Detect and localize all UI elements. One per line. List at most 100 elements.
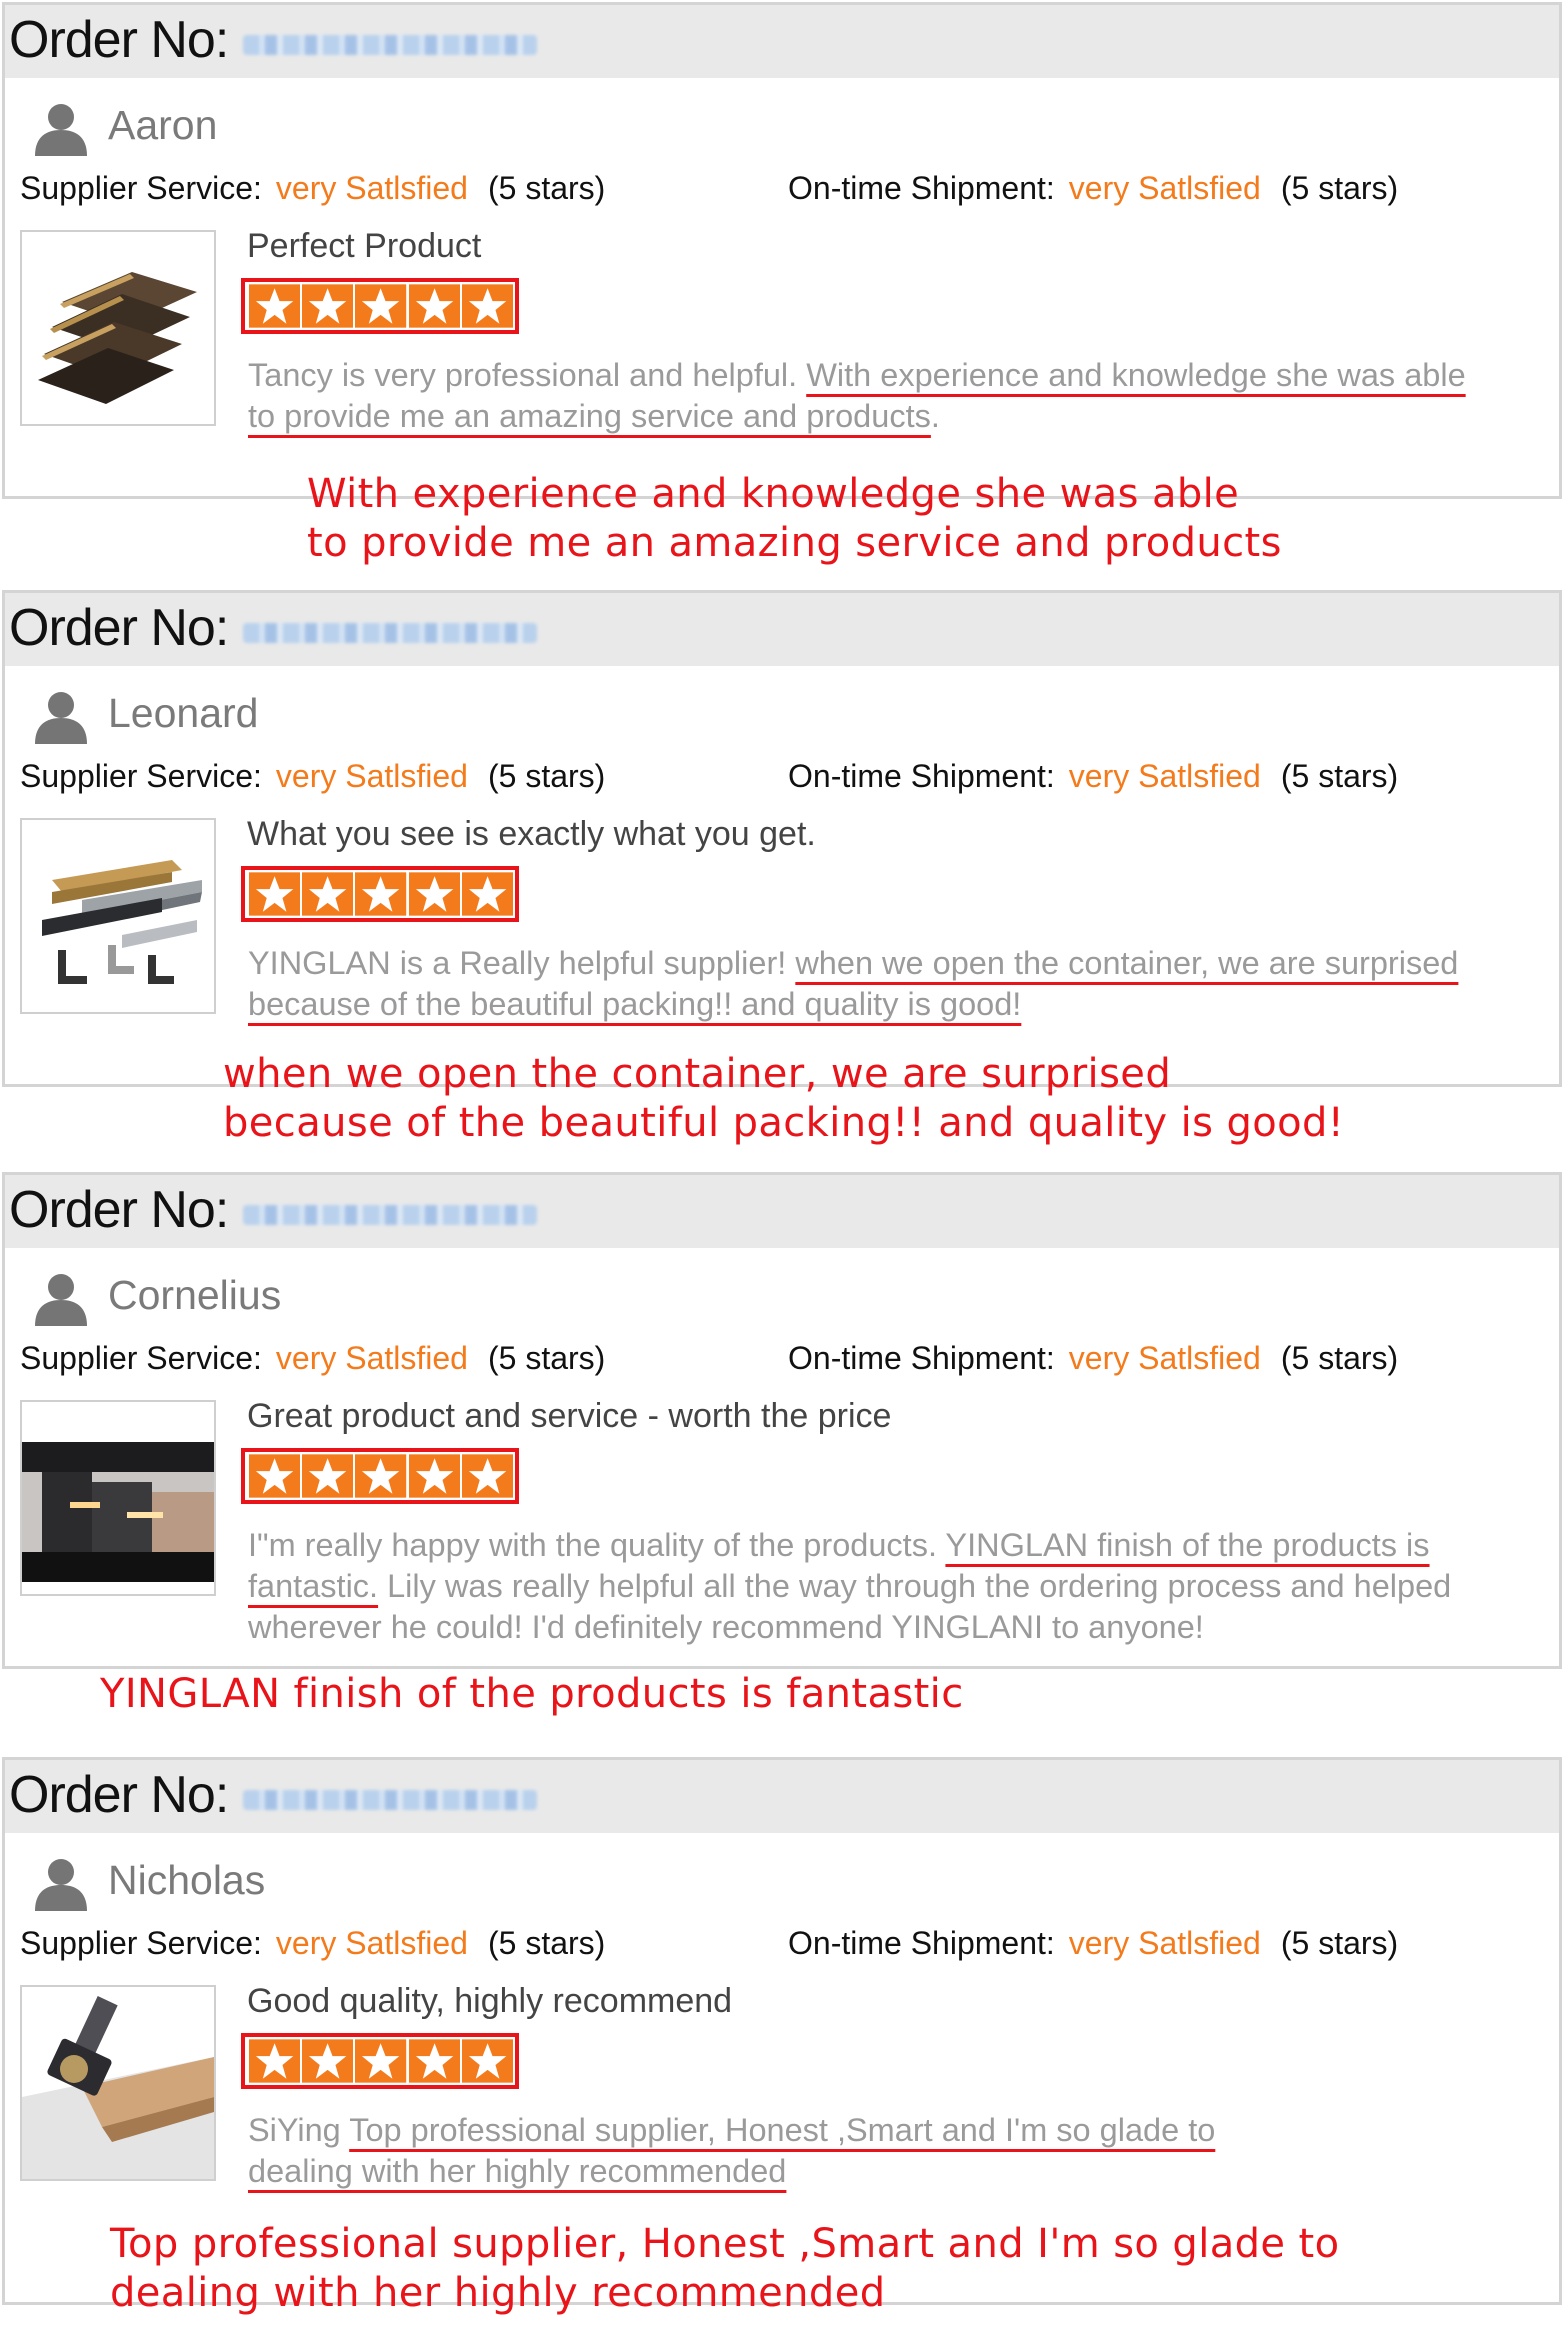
- star-icon: [461, 1454, 514, 1498]
- supplier-service-label: Supplier Service:: [20, 1925, 262, 1961]
- supplier-service-rating: Supplier Service: very Satlsfied (5 stars): [20, 1340, 605, 1377]
- shipment-stars: (5 stars): [1280, 758, 1399, 794]
- order-number-label: Order No:: [9, 599, 229, 657]
- star-icon: [461, 872, 514, 916]
- star-icon: [355, 872, 407, 916]
- order-number-label: Order No:: [9, 11, 229, 69]
- shipment-value: very Satlsfied: [1068, 1925, 1261, 1961]
- shipment-label: On-time Shipment:: [788, 758, 1055, 794]
- review-line: SiYing Top professional supplier, Honest…: [248, 2112, 1216, 2148]
- shipment-rating: On-time Shipment: very Satlsfied (5 stars): [788, 1925, 1398, 1962]
- user-icon: [35, 1859, 87, 1911]
- product-thumbnail[interactable]: [20, 1985, 216, 2181]
- supplier-service-rating: Supplier Service: very Satlsfied (5 stars): [20, 170, 605, 207]
- highlight-quote: YINGLAN finish of the products is fantas…: [100, 1671, 964, 1717]
- star-icon: [355, 2039, 407, 2083]
- star-icon: [302, 284, 354, 328]
- review-body: YINGLAN is a Really helpful supplier! wh…: [248, 943, 1458, 1025]
- review-card: Order No: Aaron Supplier Service: very Sa…: [2, 2, 1562, 499]
- star-icon: [249, 2039, 301, 2083]
- review-title: What you see is exactly what you get.: [247, 815, 816, 853]
- reviewer-name: Nicholas: [108, 1857, 266, 1903]
- review-title: Great product and service - worth the pr…: [247, 1397, 892, 1435]
- star-icon: [461, 2039, 514, 2083]
- review-body: SiYing Top professional supplier, Honest…: [248, 2110, 1215, 2192]
- shipment-rating: On-time Shipment: very Satlsfied (5 stars): [788, 758, 1398, 795]
- highlight-quote: With experience and knowledge she was ab…: [307, 471, 1282, 566]
- order-number-label: Order No:: [9, 1181, 229, 1239]
- review-title: Good quality, highly recommend: [247, 1982, 733, 2020]
- product-thumbnail[interactable]: [20, 230, 216, 426]
- order-number-redacted: [243, 623, 537, 643]
- user-icon: [35, 1274, 87, 1326]
- review-body: Tancy is very professional and helpful. …: [248, 355, 1466, 437]
- star-icon: [408, 872, 460, 916]
- supplier-service-label: Supplier Service:: [20, 1340, 262, 1376]
- star-icon: [302, 872, 354, 916]
- star-icon: [408, 1454, 460, 1498]
- review-line: dealing with her highly recommended: [248, 2153, 787, 2189]
- shipment-stars: (5 stars): [1280, 1340, 1399, 1376]
- shipment-label: On-time Shipment:: [788, 1340, 1055, 1376]
- reviewer-name: Cornelius: [108, 1272, 282, 1318]
- supplier-service-stars: (5 stars): [487, 1925, 606, 1961]
- user-icon: [35, 692, 87, 744]
- order-number-redacted: [243, 1790, 537, 1810]
- review-card: Order No: Leonard Supplier Service: very …: [2, 590, 1562, 1087]
- review-line: because of the beautiful packing!! and q…: [248, 986, 1022, 1022]
- order-number-redacted: [243, 1205, 537, 1225]
- review-line: wherever he could! I'd definitely recomm…: [248, 1609, 1204, 1645]
- supplier-service-stars: (5 stars): [487, 170, 606, 206]
- star-rating: [241, 2033, 519, 2089]
- product-thumbnail[interactable]: [20, 1400, 216, 1596]
- star-rating: [241, 866, 519, 922]
- review-card: Order No: Cornelius Supplier Service: ver…: [2, 1172, 1562, 1669]
- supplier-service-value: very Satlsfied: [275, 1340, 468, 1376]
- star-icon: [408, 2039, 460, 2083]
- reviewer-name: Aaron: [108, 102, 218, 148]
- review-card: Order No: Nicholas Supplier Service: very…: [2, 1757, 1562, 2316]
- highlight-quote: Top professional supplier, Honest ,Smart…: [110, 2221, 1340, 2316]
- supplier-service-label: Supplier Service:: [20, 758, 262, 794]
- star-icon: [461, 284, 514, 328]
- supplier-service-value: very Satlsfied: [275, 170, 468, 206]
- shipment-value: very Satlsfied: [1068, 170, 1261, 206]
- product-thumbnail[interactable]: [20, 818, 216, 1014]
- star-icon: [302, 2039, 354, 2083]
- shipment-value: very Satlsfied: [1068, 1340, 1261, 1376]
- shipment-rating: On-time Shipment: very Satlsfied (5 stars): [788, 170, 1398, 207]
- star-icon: [302, 1454, 354, 1498]
- star-icon: [355, 1454, 407, 1498]
- shipment-stars: (5 stars): [1280, 170, 1399, 206]
- shipment-label: On-time Shipment:: [788, 1925, 1055, 1961]
- supplier-service-stars: (5 stars): [487, 1340, 606, 1376]
- supplier-service-rating: Supplier Service: very Satlsfied (5 stars): [20, 1925, 605, 1962]
- review-line: to provide me an amazing service and pro…: [248, 398, 940, 434]
- shipment-rating: On-time Shipment: very Satlsfied (5 stars): [788, 1340, 1398, 1377]
- star-rating: [241, 1448, 519, 1504]
- review-line: I"m really happy with the quality of the…: [248, 1527, 1430, 1563]
- order-number-label: Order No:: [9, 1766, 229, 1824]
- star-rating: [241, 278, 519, 334]
- highlight-quote: when we open the container, we are surpr…: [223, 1051, 1345, 1146]
- supplier-service-stars: (5 stars): [487, 758, 606, 794]
- supplier-service-value: very Satlsfied: [275, 758, 468, 794]
- order-number-redacted: [243, 35, 537, 55]
- star-icon: [408, 284, 460, 328]
- order-header: Order No:: [5, 593, 1559, 666]
- review-line: Tancy is very professional and helpful. …: [248, 357, 1466, 393]
- order-header: Order No:: [5, 5, 1559, 78]
- supplier-service-value: very Satlsfied: [275, 1925, 468, 1961]
- review-line: fantastic. Lily was really helpful all t…: [248, 1568, 1452, 1604]
- star-icon: [249, 1454, 301, 1498]
- review-title: Perfect Product: [247, 227, 482, 265]
- order-header: Order No:: [5, 1760, 1559, 1833]
- order-header: Order No:: [5, 1175, 1559, 1248]
- user-icon: [35, 104, 87, 156]
- shipment-stars: (5 stars): [1280, 1925, 1399, 1961]
- review-body: I"m really happy with the quality of the…: [248, 1525, 1451, 1648]
- star-icon: [249, 872, 301, 916]
- supplier-service-label: Supplier Service:: [20, 170, 262, 206]
- review-line: YINGLAN is a Really helpful supplier! wh…: [248, 945, 1459, 981]
- supplier-service-rating: Supplier Service: very Satlsfied (5 stars): [20, 758, 605, 795]
